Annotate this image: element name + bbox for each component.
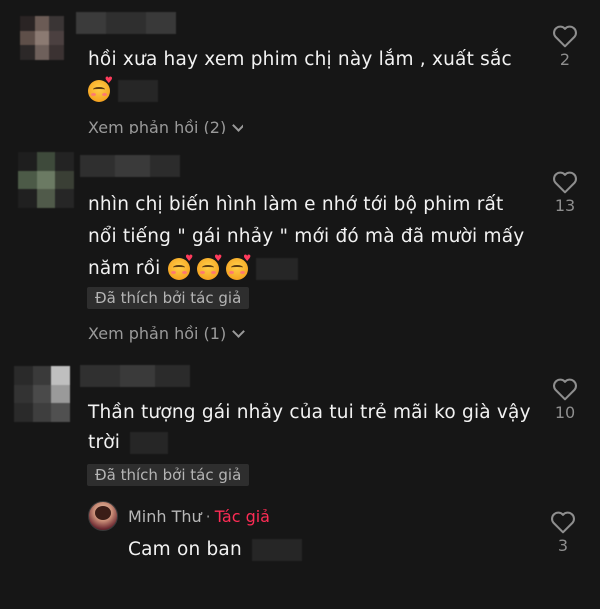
author-tag: Tác giả [214, 507, 270, 526]
comment-text: hồi xưa hay xem phim chị này lắm , xuất … [88, 45, 512, 74]
view-replies-label: Xem phản hồi (2) [88, 117, 227, 137]
comment-text-line: trời [88, 432, 121, 453]
reply-text: Cam on ban [128, 535, 302, 564]
comment-text-line: năm rồi [88, 258, 161, 279]
smiling-face-with-hearts-icon: ♥ [168, 254, 193, 280]
like-button[interactable]: 10 [545, 377, 585, 422]
comment-text-line: nổi tiếng " gái nhảy " mới đó mà đã mười… [88, 226, 525, 247]
like-button[interactable]: 2 [545, 24, 585, 69]
reply-header: Minh Thư · Tác giả [128, 507, 270, 526]
avatar[interactable] [14, 366, 70, 422]
like-button[interactable]: 13 [545, 170, 585, 215]
blurred-content [251, 538, 302, 561]
like-count: 13 [554, 196, 576, 215]
like-count: 2 [559, 50, 571, 69]
username-blurred[interactable] [80, 365, 190, 387]
chevron-down-icon [232, 118, 244, 132]
username-blurred[interactable] [80, 155, 180, 177]
liked-by-author-badge: Đã thích bởi tác giả [87, 287, 250, 309]
blurred-content [118, 80, 158, 102]
view-replies-label: Xem phản hồi (1) [88, 324, 227, 343]
view-replies-button[interactable]: Xem phản hồi (1) [88, 324, 246, 343]
comment-text-line: hồi xưa hay xem phim chị này lắm , xuất … [88, 49, 512, 70]
chevron-down-icon [232, 325, 246, 338]
reply-text-line: Cam on ban [128, 539, 242, 560]
heart-outline-icon [553, 171, 577, 194]
blurred-content [130, 431, 169, 454]
reply-username[interactable]: Minh Thư [128, 507, 202, 526]
like-button[interactable]: 3 [543, 510, 583, 555]
view-replies-button[interactable]: Xem phản hồi (2) [88, 116, 244, 137]
comment-text: nhìn chị biến hình làm e nhớ tới bộ phim… [88, 190, 524, 283]
heart-outline-icon [551, 511, 575, 534]
comment-text: Thần tượng gái nhảy của tui trẻ mãi ko g… [88, 398, 531, 457]
like-count: 3 [557, 536, 569, 555]
heart-outline-icon [553, 378, 577, 401]
smiling-face-with-hearts-icon: ♥ [226, 254, 251, 280]
smiling-face-with-hearts-icon: ♥ [88, 77, 113, 102]
liked-by-author-badge: Đã thích bởi tác giả [87, 464, 250, 486]
comment-text-line: nhìn chị biến hình làm e nhớ tới bộ phim… [88, 194, 504, 215]
comment-emoji-line: ♥ [88, 76, 158, 105]
author-avatar[interactable] [88, 501, 118, 531]
heart-outline-icon [553, 25, 577, 48]
avatar[interactable] [18, 152, 74, 208]
separator-dot: · [205, 507, 211, 526]
comments-screen: hồi xưa hay xem phim chị này lắm , xuất … [0, 0, 600, 609]
comment-text-line: Thần tượng gái nhảy của tui trẻ mãi ko g… [88, 402, 531, 423]
blurred-content [256, 257, 299, 280]
like-count: 10 [554, 403, 576, 422]
avatar[interactable] [20, 16, 64, 60]
smiling-face-with-hearts-icon: ♥ [197, 254, 222, 280]
username-blurred[interactable] [76, 12, 176, 34]
